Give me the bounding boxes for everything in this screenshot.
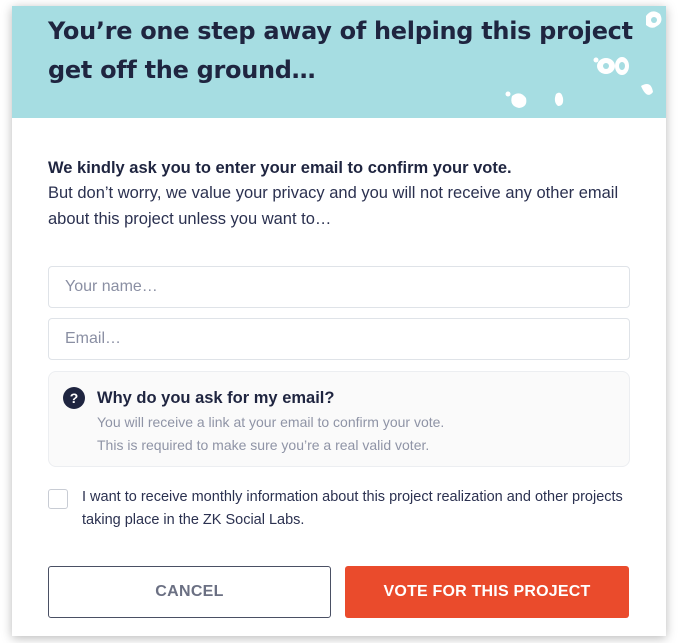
cancel-button[interactable]: CANCEL	[48, 566, 331, 618]
vote-confirmation-modal: You’re one step away of helping this pro…	[12, 6, 666, 636]
info-text-line-2: This is required to make sure you’re a r…	[97, 437, 430, 453]
question-icon: ?	[63, 387, 85, 409]
intro-text: We kindly ask you to enter your email to…	[48, 156, 648, 232]
vote-button[interactable]: VOTE FOR THIS PROJECT	[345, 566, 629, 618]
info-text-line-1: You will receive a link at your email to…	[97, 414, 445, 430]
modal-header: You’re one step away of helping this pro…	[12, 6, 666, 118]
intro-description: But don’t worry, we value your privacy a…	[48, 184, 619, 228]
info-title: Why do you ask for my email?	[97, 389, 335, 407]
email-info-box: ? Why do you ask for my email? You will …	[48, 371, 630, 467]
intro-heading: We kindly ask you to enter your email to…	[48, 159, 512, 177]
email-input[interactable]	[48, 318, 630, 360]
newsletter-checkbox[interactable]	[48, 489, 68, 509]
name-input[interactable]	[48, 266, 630, 308]
newsletter-label[interactable]: I want to receive monthly information ab…	[82, 486, 642, 532]
decorative-blobs-icon	[505, 11, 662, 108]
